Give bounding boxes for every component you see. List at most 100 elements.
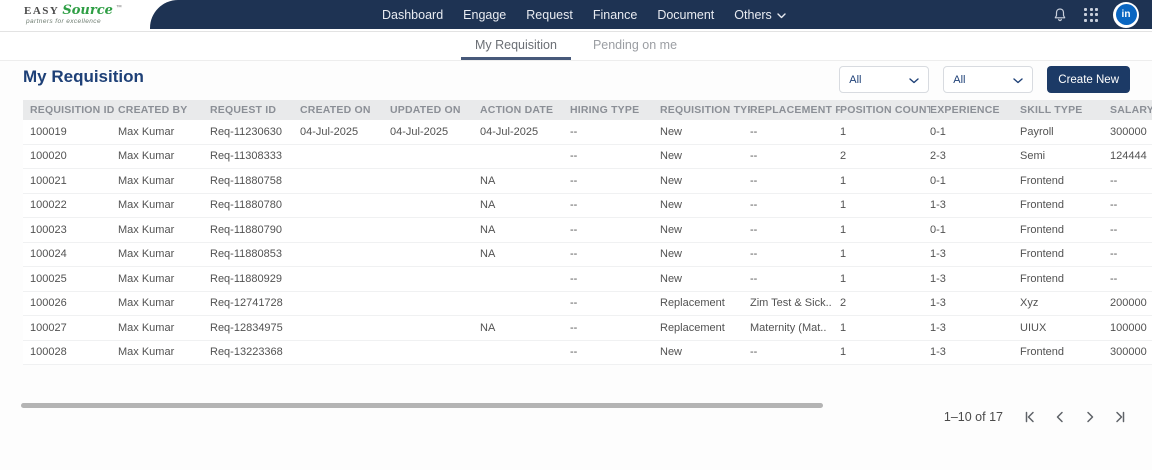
table-cell: 100022	[30, 199, 67, 212]
column-header: UPDATED ON	[390, 104, 461, 116]
filter-dropdown-1[interactable]: All	[839, 66, 930, 93]
table-cell: Req-12834975	[210, 321, 283, 334]
previous-page-icon[interactable]	[1053, 410, 1067, 424]
table-cell: NA	[480, 248, 496, 261]
table-cell: Req-11880790	[210, 223, 282, 236]
table-cell: 1-3	[930, 346, 946, 359]
table-row[interactable]: 100022 Max Kumar Req-11880780 NA -- New -- 1 1-3…	[23, 193, 1152, 218]
table-cell: 1	[840, 199, 847, 212]
table-cell: 100028	[30, 346, 67, 359]
column-header: POSITION COUNT	[840, 104, 930, 116]
page-controls: All All Create New	[839, 66, 1130, 93]
table-cell: Frontend	[1020, 174, 1065, 187]
table-row[interactable]: 100027 Max Kumar Req-12834975 NA -- Replaceme…	[23, 316, 1152, 341]
notification-bell-icon[interactable]	[1051, 6, 1069, 24]
table-cell: 100019	[30, 125, 67, 138]
pagination-range-label: 1–10 of 17	[943, 410, 1003, 424]
nav-item-others-label: Others	[734, 7, 772, 22]
chevron-down-icon	[909, 71, 919, 89]
table-cell: New	[660, 223, 683, 236]
next-page-icon[interactable]	[1083, 410, 1097, 424]
table-row[interactable]: 100025 Max Kumar Req-11880929 -- New -- 1 1-3 Fr…	[23, 267, 1152, 292]
table-cell: Replacement	[660, 297, 725, 310]
table-cell: Payroll	[1020, 125, 1054, 138]
table-cell: 04-Jul-2025	[300, 125, 359, 138]
brand-script-name: Source	[62, 3, 113, 18]
table-cell: Req-11880780	[210, 199, 282, 212]
table-cell: --	[570, 223, 578, 236]
table-cell: 1-3	[930, 199, 946, 212]
table-cell: New	[660, 199, 683, 212]
first-page-icon[interactable]	[1023, 410, 1037, 424]
table-cell: 100027	[30, 321, 67, 334]
table-cell: Replacement	[660, 321, 725, 334]
table-row[interactable]: 100021 Max Kumar Req-11880758 NA -- New -- 1 0-1…	[23, 169, 1152, 194]
table-cell: --	[750, 199, 758, 212]
column-header: ACTION DATE	[480, 104, 554, 116]
nav-item-request[interactable]: Request	[526, 8, 573, 22]
column-header: REQUISITION TYPE	[660, 104, 750, 116]
table-cell: Max Kumar	[118, 125, 175, 138]
table-cell: Req-11880758	[210, 174, 282, 187]
table-cell: --	[750, 125, 758, 138]
table-cell: NA	[480, 223, 496, 236]
nav-items: Dashboard Engage Request Finance Documen…	[382, 8, 786, 22]
last-page-icon[interactable]	[1113, 410, 1127, 424]
column-header: REQUEST ID	[210, 104, 277, 116]
horizontal-scrollbar[interactable]	[21, 403, 823, 408]
table-row[interactable]: 100020 Max Kumar Req-11308333 -- New -- 2 2-3 Se…	[23, 144, 1152, 169]
table-cell: 100023	[30, 223, 67, 236]
nav-item-engage[interactable]: Engage	[463, 8, 506, 22]
table-cell: New	[660, 150, 683, 163]
table-cell: --	[570, 297, 578, 310]
table-cell: 0-1	[930, 174, 946, 187]
table-cell: Frontend	[1020, 346, 1065, 359]
table-cell: --	[570, 125, 578, 138]
nav-item-others[interactable]: Others	[734, 8, 786, 22]
table-row[interactable]: 100019 Max Kumar Req-11230630 04-Jul-2025 04…	[23, 120, 1152, 145]
table-cell: 1	[840, 346, 847, 359]
filter-dropdown-1-value: All	[849, 73, 862, 86]
apps-grid-icon[interactable]	[1082, 6, 1100, 24]
requisition-table: REQUISITION ID CREATED BY REQUEST ID CREATE…	[23, 100, 1152, 365]
nav-item-dashboard[interactable]: Dashboard	[382, 8, 443, 22]
tab-my-requisition[interactable]: My Requisition	[460, 32, 571, 60]
tab-pending-on-me[interactable]: Pending on me	[579, 32, 691, 60]
table-cell: 300000	[1110, 346, 1147, 359]
table-cell: --	[750, 272, 758, 285]
table-cell: 0-1	[930, 125, 946, 138]
column-header: REPLACEMENT FOR	[750, 104, 840, 116]
user-avatar[interactable]: in	[1113, 1, 1139, 28]
tabs-bar: My Requisition Pending on me	[0, 32, 1152, 61]
nav-item-finance[interactable]: Finance	[593, 8, 637, 22]
table-row[interactable]: 100026 Max Kumar Req-12741728 -- Replacement…	[23, 291, 1152, 316]
table-cell: Req-11880929	[210, 272, 282, 285]
filter-dropdown-2-value: All	[953, 73, 966, 86]
table-cell: --	[570, 174, 578, 187]
nav-item-document[interactable]: Document	[657, 8, 714, 22]
table-cell: --	[570, 199, 578, 212]
table-cell: --	[750, 346, 758, 359]
table-cell: 100021	[30, 174, 67, 187]
table-cell: 300000	[1110, 125, 1147, 138]
table-cell: --	[570, 321, 578, 334]
column-header: EXPERIENCE	[930, 104, 1000, 116]
pagination: 1–10 of 17	[944, 410, 1127, 424]
table-cell: Max Kumar	[118, 150, 175, 163]
table-cell: --	[1110, 174, 1118, 187]
table-cell: 0-1	[930, 223, 946, 236]
table-cell: NA	[480, 174, 496, 187]
table-row[interactable]: 100023 Max Kumar Req-11880790 NA -- New -- 1 0-1…	[23, 218, 1152, 243]
create-new-button[interactable]: Create New	[1047, 66, 1130, 93]
app-window: EASY Source ™ partners for excellence Da…	[0, 0, 1152, 470]
table-row[interactable]: 100024 Max Kumar Req-11880853 NA -- New -- 1 1-3…	[23, 242, 1152, 267]
table-cell: New	[660, 174, 683, 187]
table-cell: 04-Jul-2025	[390, 125, 449, 138]
filter-dropdown-2[interactable]: All	[943, 66, 1034, 93]
table-cell: Max Kumar	[118, 321, 175, 334]
column-header: SALARY	[1110, 104, 1152, 116]
table-cell: NA	[480, 321, 496, 334]
table-cell: Max Kumar	[118, 248, 175, 261]
brand-logo: EASY Source ™ partners for excellence	[24, 4, 122, 26]
table-row[interactable]: 100028 Max Kumar Req-13223368 -- New -- 1 1-3 Fr…	[23, 340, 1152, 365]
